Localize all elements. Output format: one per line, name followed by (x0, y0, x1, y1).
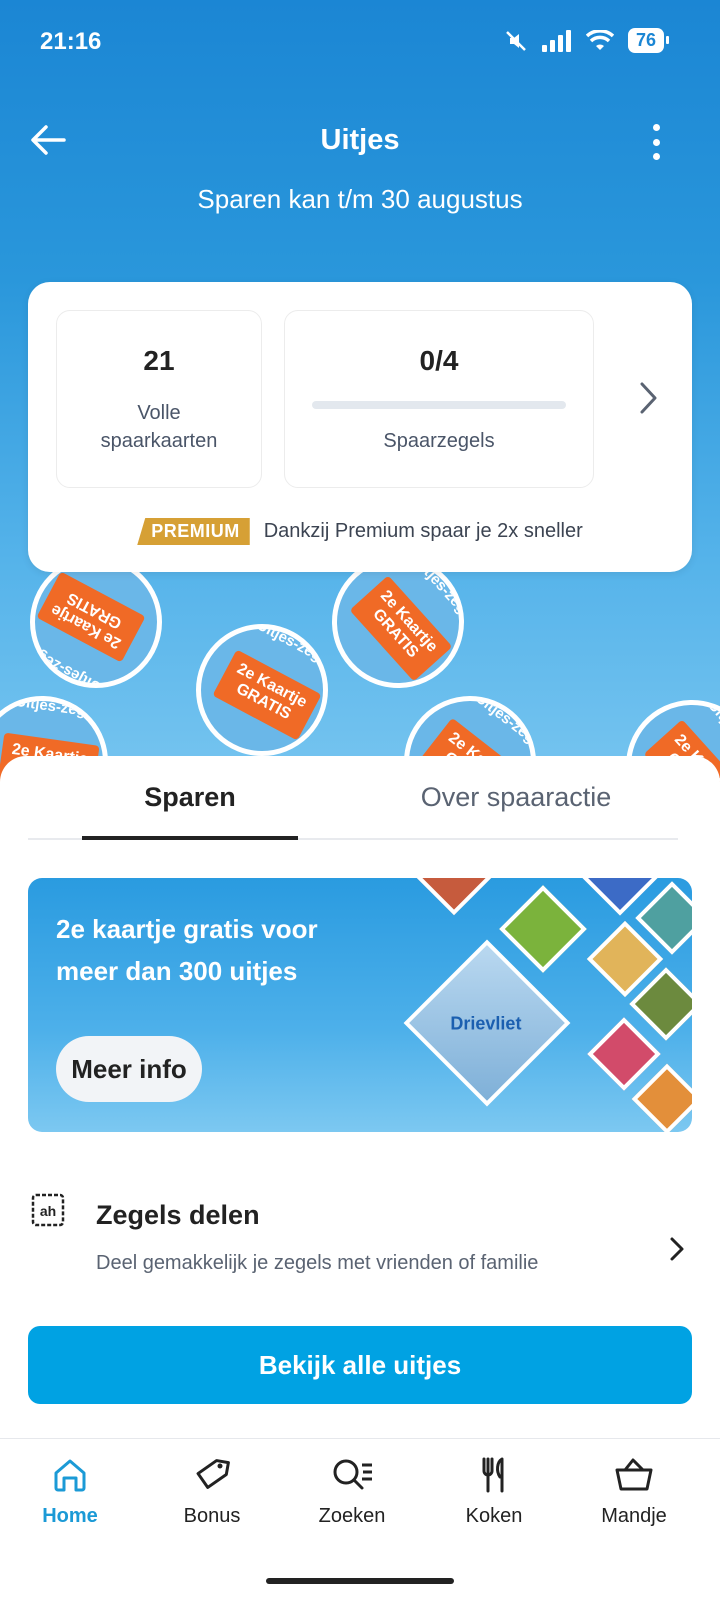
share-stamps-description: Deel gemakkelijk je zegels met vrienden … (96, 1252, 539, 1274)
full-cards-label: Volle spaarkaarten (100, 402, 218, 452)
signal-icon (541, 29, 571, 52)
tab-sparen[interactable]: Sparen (82, 782, 298, 813)
tag-icon (196, 1459, 230, 1489)
premium-badge: PREMIUM (137, 518, 250, 545)
basket-icon (615, 1458, 653, 1491)
battery-indicator: 76 (627, 28, 670, 53)
more-options-button[interactable] (648, 124, 664, 160)
page-title: Uitjes (320, 124, 400, 156)
tab-bar: Sparen Over spaaractie (28, 756, 678, 840)
savings-summary-card[interactable]: 21 Volle spaarkaarten 0/4 Spaarzegels PR… (28, 282, 692, 572)
wifi-icon (585, 29, 614, 50)
home-icon (54, 1459, 86, 1492)
promo-text: 2e kaartje gratis voor meer dan 300 uitj… (56, 914, 318, 986)
tab-over-spaaractie[interactable]: Over spaaractie (362, 782, 670, 813)
stamps-stat: 0/4 Spaarzegels (284, 310, 594, 488)
active-tab-indicator (82, 836, 298, 840)
stamp-illustration: Uitjes-zegel2e Kaartje GRATIS (196, 624, 328, 756)
nav-search-label: Zoeken (318, 1505, 386, 1527)
nav-mandje-label: Mandje (601, 1505, 667, 1527)
more-info-button[interactable]: Meer info (56, 1036, 202, 1102)
nav-search[interactable]: Zoeken (292, 1455, 412, 1528)
view-all-outings-button[interactable]: Bekijk alle uitjes (28, 1326, 692, 1404)
nav-home-label: Home (42, 1505, 98, 1527)
nav-koken[interactable]: Koken (434, 1455, 554, 1528)
premium-row: PREMIUM Dankzij Premium spaar je 2x snel… (28, 518, 692, 545)
status-time: 21:16 (40, 28, 102, 55)
full-cards-stat: 21 Volle spaarkaarten (56, 310, 262, 488)
nav-bonus-label: Bonus (183, 1505, 241, 1527)
attractions-collage: Drievliet (402, 878, 692, 1132)
chevron-right-icon (640, 382, 657, 414)
cta-container: Bekijk alle uitjes (0, 1292, 720, 1438)
page-subtitle: Sparen kan t/m 30 augustus (197, 184, 523, 214)
attraction-tile (408, 878, 500, 916)
stamps-label: Spaarzegels (383, 430, 495, 452)
share-stamps-title: Zegels delen (96, 1200, 260, 1230)
nav-koken-label: Koken (465, 1505, 523, 1527)
nav-bonus[interactable]: Bonus (152, 1455, 272, 1528)
attraction-tile (499, 885, 587, 973)
svg-text:ah: ah (40, 1203, 56, 1219)
stamp-illustration: Uitjes-zegel2e Kaartje GRATIS (30, 556, 162, 688)
share-stamps-row[interactable]: ah Zegels delen Deel gemakkelijk je zege… (28, 1188, 692, 1298)
featured-park-label: Drievliet (450, 1013, 522, 1034)
nav-mandje[interactable]: Mandje (574, 1455, 694, 1528)
chevron-right-icon (670, 1237, 684, 1261)
stamp-share-icon: ah (31, 1193, 65, 1227)
status-bar: 21:16 76 (0, 0, 720, 84)
nav-home[interactable]: Home (10, 1455, 130, 1528)
promo-banner[interactable]: 2e kaartje gratis voor meer dan 300 uitj… (28, 878, 692, 1132)
summary-chevron-button[interactable] (636, 380, 660, 416)
app-bar: Uitjes (0, 110, 720, 170)
status-icons: 76 (504, 28, 670, 53)
home-indicator (266, 1578, 454, 1584)
bottom-navigation: Home Bonus Zoeken Koken Mandje (0, 1438, 720, 1600)
premium-text: Dankzij Premium spaar je 2x sneller (263, 520, 583, 542)
cutlery-icon (482, 1457, 504, 1493)
full-cards-count: 21 (143, 345, 175, 376)
search-list-icon (333, 1459, 372, 1490)
mute-icon (506, 30, 526, 51)
stamps-count: 0/4 (419, 345, 459, 376)
stamps-progress-bar (312, 401, 566, 409)
